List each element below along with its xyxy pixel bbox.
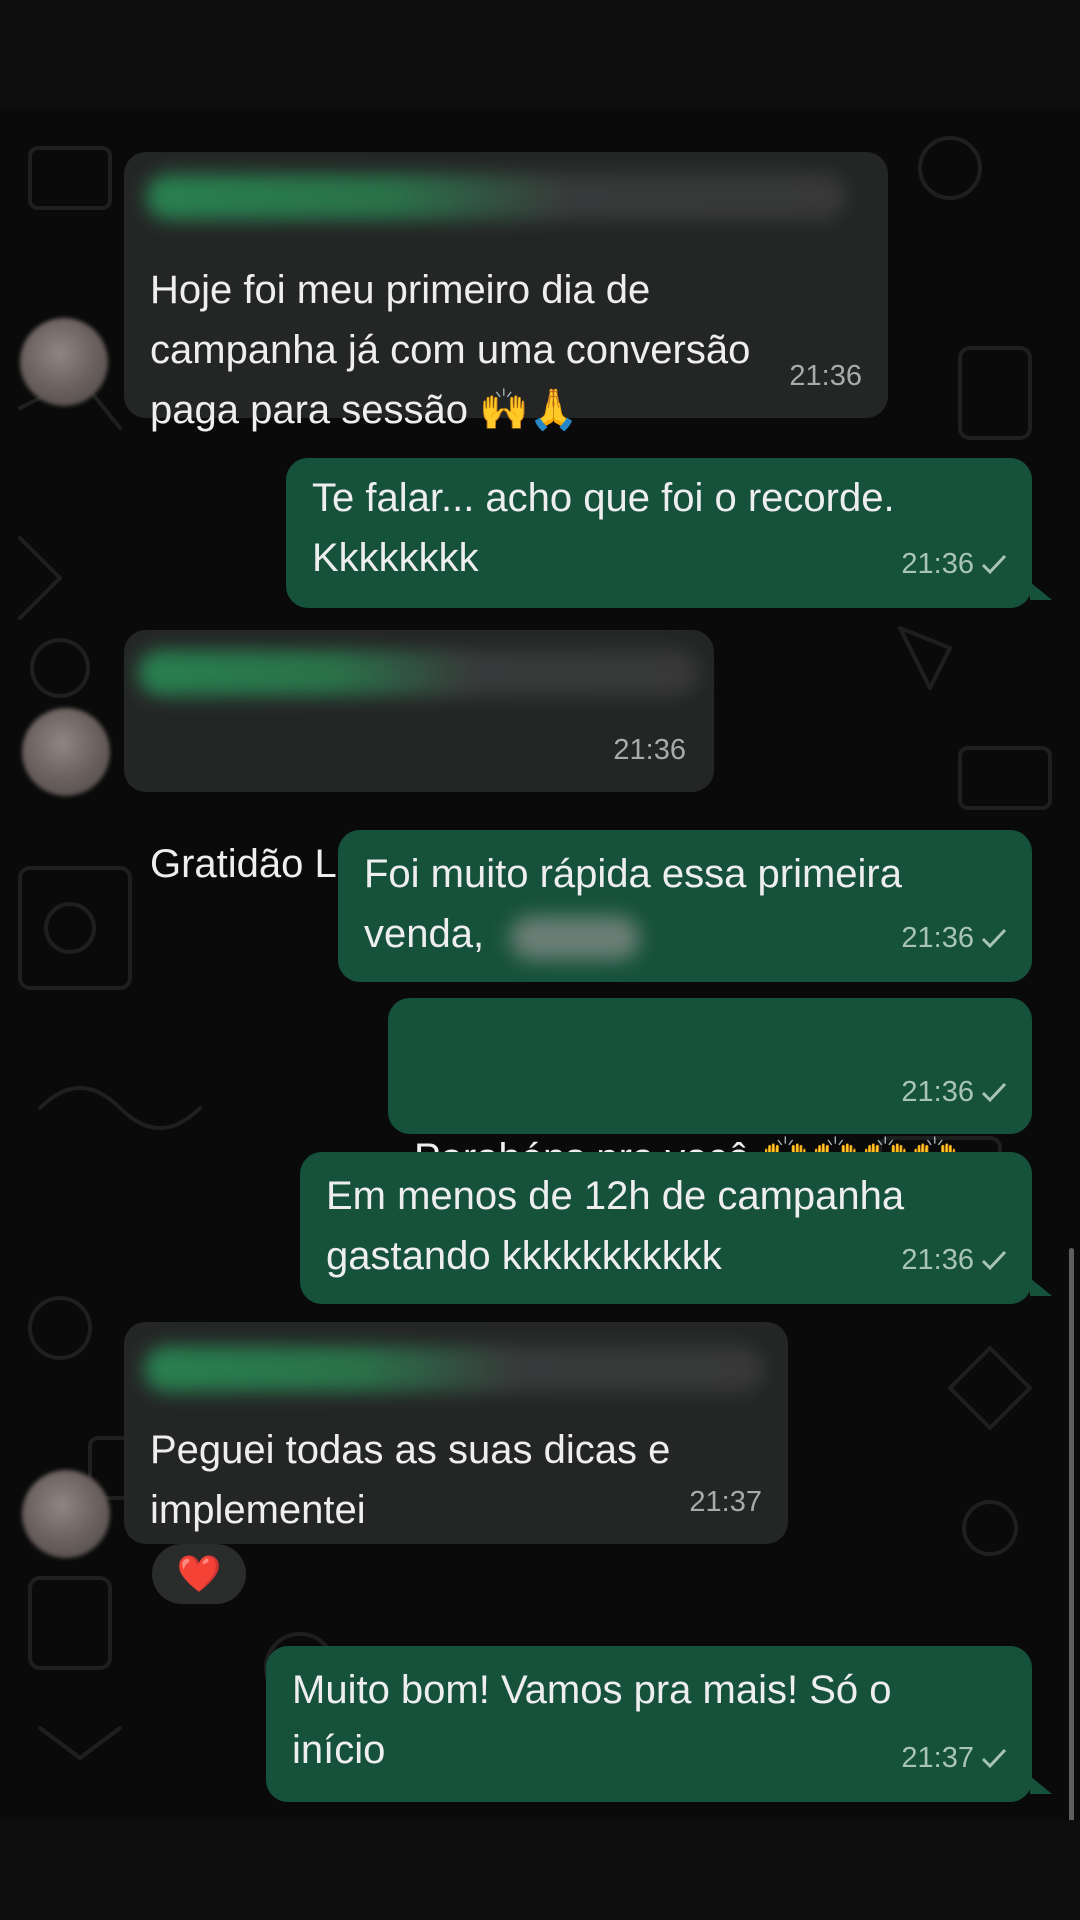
chat-view[interactable]: Hoje foi meu primeiro dia de campanha já… <box>0 108 1080 1820</box>
message-bubble-outgoing[interactable]: Muito bom! Vamos pra mais! Só o início 2… <box>266 1646 1032 1802</box>
bubble-tail <box>1030 1776 1052 1794</box>
single-check-icon <box>981 928 1007 949</box>
single-check-icon <box>981 554 1007 575</box>
contact-avatar[interactable] <box>22 708 110 796</box>
contact-avatar[interactable] <box>22 1470 110 1558</box>
sender-name-redacted <box>146 174 846 220</box>
message-timestamp: 21:37 <box>901 1728 1008 1788</box>
message-bubble-outgoing[interactable]: Te falar... acho que foi o recorde. Kkkk… <box>286 458 1032 608</box>
message-timestamp: 21:36 <box>789 360 862 392</box>
bubble-tail <box>1030 1278 1052 1296</box>
scrollbar[interactable] <box>1069 1248 1074 1820</box>
sender-name-redacted <box>144 1346 764 1392</box>
single-check-icon <box>981 1082 1007 1103</box>
bottom-edge <box>0 1820 1080 1920</box>
message-timestamp: 21:37 <box>689 1486 762 1518</box>
message-text: Te falar... acho que foi o recorde. Kkkk… <box>312 476 895 580</box>
message-bubble-outgoing[interactable]: Foi muito rápida essa primeira venda, 21… <box>338 830 1032 982</box>
message-bubble-outgoing[interactable]: Em menos de 12h de campanha gastando kkk… <box>300 1152 1032 1304</box>
message-text: Em menos de 12h de campanha gastando kkk… <box>326 1174 905 1278</box>
single-check-icon <box>981 1250 1007 1271</box>
bubble-tail <box>1030 582 1052 600</box>
redacted-name <box>510 916 640 960</box>
sender-name-redacted <box>138 650 698 696</box>
message-bubble-incoming[interactable]: Peguei todas as suas dicas e implementei… <box>124 1322 788 1544</box>
message-bubble-incoming[interactable]: Hoje foi meu primeiro dia de campanha já… <box>124 152 888 432</box>
message-text: Hoje foi meu primeiro dia de campanha já… <box>150 268 751 432</box>
message-bubble-incoming[interactable]: Gratidão Lucas 21:36 <box>124 630 714 886</box>
message-timestamp: 21:36 <box>901 1230 1008 1290</box>
top-edge <box>0 0 1080 108</box>
contact-avatar[interactable] <box>20 318 108 406</box>
message-text: Peguei todas as suas dicas e implementei <box>150 1428 671 1532</box>
message-timestamp: 21:36 <box>901 534 1008 594</box>
single-check-icon <box>981 1748 1007 1769</box>
message-bubble-outgoing[interactable]: Parabéns pra você 🙌🙌🙌🙌 21:36 <box>388 998 1032 1180</box>
message-timestamp: 21:36 <box>901 1062 1008 1122</box>
message-timestamp: 21:36 <box>613 734 686 766</box>
heart-icon[interactable]: ❤️ <box>152 1544 246 1604</box>
message-timestamp: 21:36 <box>901 908 1008 968</box>
message-text: Muito bom! Vamos pra mais! Só o início <box>292 1668 892 1772</box>
